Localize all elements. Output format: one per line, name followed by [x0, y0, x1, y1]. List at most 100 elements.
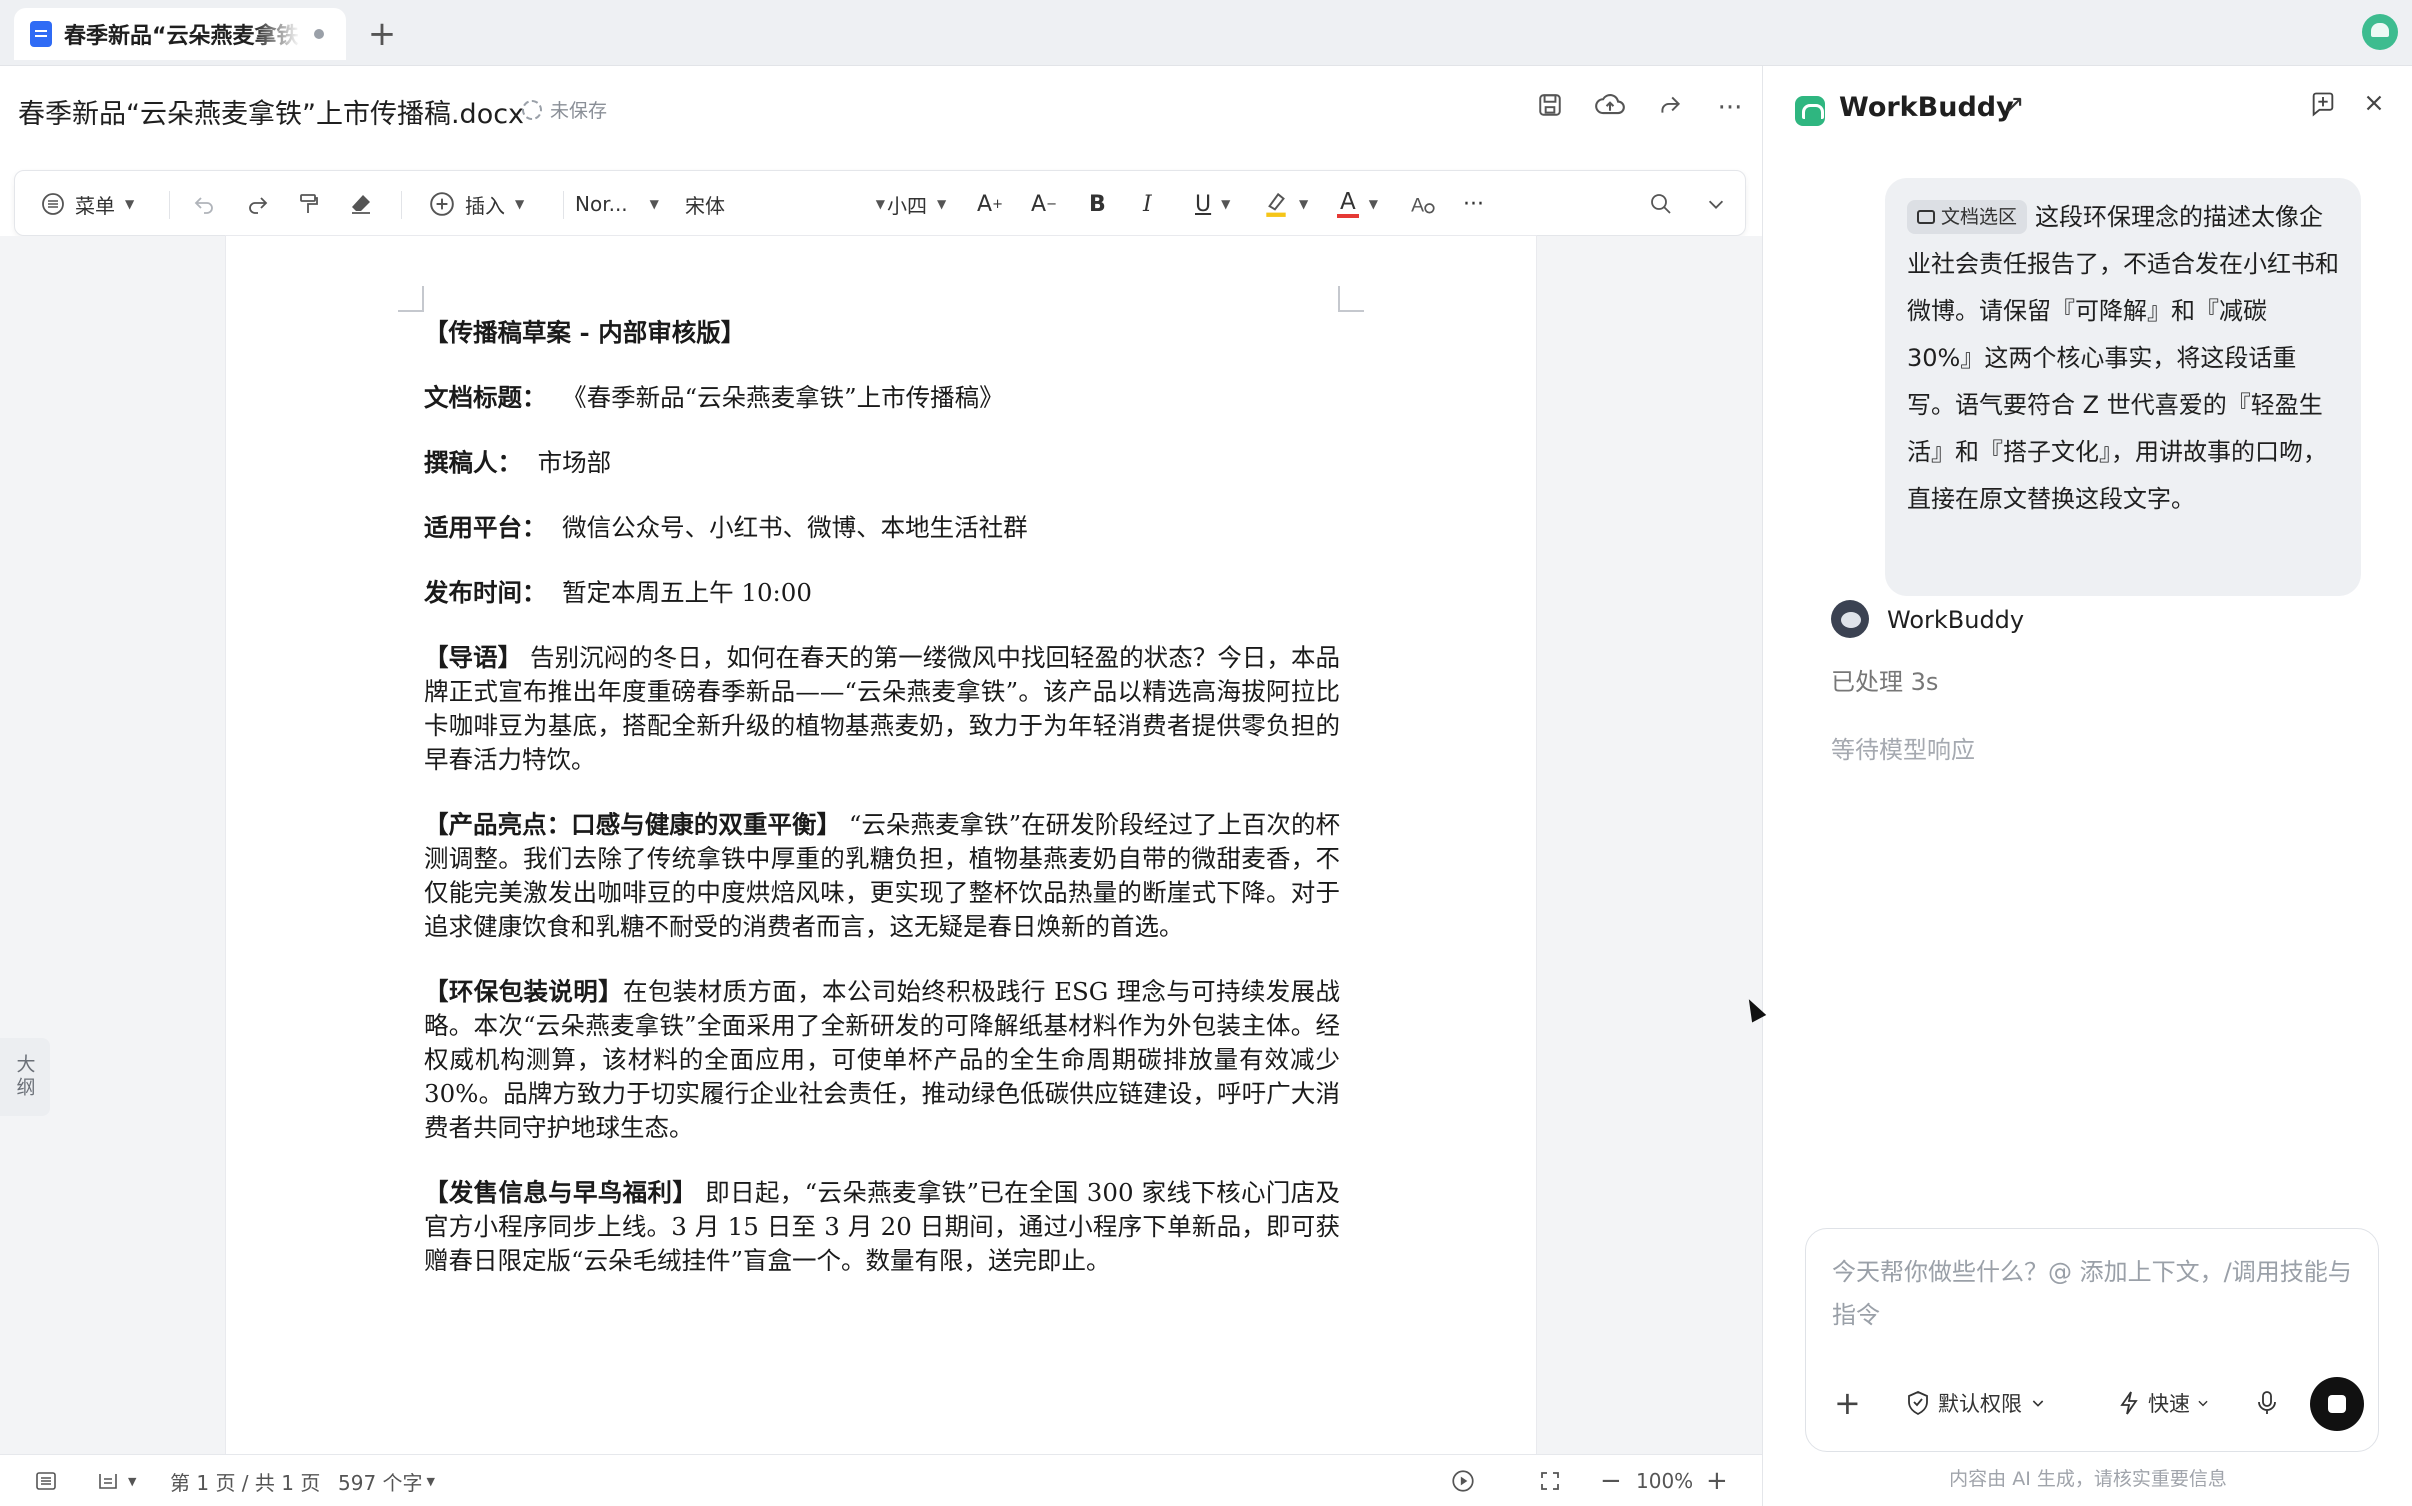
waiting-status: 等待模型响应 — [1831, 736, 1975, 764]
insert-button[interactable]: 插入 ▼ — [429, 171, 524, 237]
doc-heading: 【传播稿草案 - 内部审核版】 — [424, 318, 746, 347]
chevron-down-icon: ▼ — [649, 197, 659, 211]
selection-chip-label: 文档选区 — [1941, 206, 2018, 228]
chevron-down-icon: ▼ — [1368, 197, 1378, 211]
panel-title: WorkBuddy — [1839, 92, 2014, 123]
doc-paragraph-sales: 【发售信息与早鸟福利】 即日起，“云朵燕麦拿铁”已在全国 300 家线下核心门店… — [424, 1178, 1341, 1275]
tab-bar: 春季新品“云朵燕麦拿铁”上市传播稿.docx + — [0, 0, 2412, 66]
doc-meta-platforms: 适用平台： 微信公众号、小红书、微博、本地生活社群 — [424, 513, 1028, 542]
zoom-in-button[interactable]: + — [1706, 1455, 1728, 1506]
chevron-down-icon: ▼ — [515, 197, 525, 211]
undo-icon[interactable] — [191, 171, 217, 237]
add-attachment-button[interactable]: + — [1834, 1381, 1861, 1425]
highlight-color-button[interactable]: ▼ — [1263, 171, 1308, 237]
toolbar-divider — [169, 191, 170, 219]
save-status-label: 未保存 — [550, 100, 608, 122]
chevron-down-icon: ▼ — [875, 197, 885, 211]
permission-select[interactable]: 默认权限 — [1906, 1381, 2046, 1425]
stop-generation-button[interactable] — [2310, 1377, 2364, 1431]
doc-meta-publish-time: 发布时间： 暂定本周五上午 10:00 — [424, 578, 812, 607]
toolbar-divider — [563, 191, 564, 219]
collapse-toolbar-chevron-icon[interactable] — [1705, 171, 1727, 237]
underline-label: U — [1195, 191, 1212, 217]
doc-paragraph-highlights: 【产品亮点：口感与健康的双重平衡】 “云朵燕麦拿铁”在研发阶段经过了上百次的杯测… — [424, 810, 1340, 941]
close-panel-icon[interactable] — [2361, 90, 2387, 123]
user-message-text: 这段环保理念的描述太像企业社会责任报告了，不适合发在小红书和微博。请保留『可降解… — [1907, 203, 2339, 513]
search-icon[interactable] — [1649, 171, 1673, 237]
document-title[interactable]: 春季新品“云朵燕麦拿铁”上市传播稿.docx — [18, 92, 524, 131]
play-icon[interactable] — [1450, 1455, 1476, 1506]
clear-format-icon[interactable] — [349, 171, 373, 237]
font-size-value: 小四 — [887, 193, 927, 218]
user-message-bubble: 文档选区 这段环保理念的描述太像企业社会责任报告了，不适合发在小红书和微博。请保留… — [1885, 178, 2361, 596]
document-tab-title: 春季新品“云朵燕麦拿铁”上市传播稿.docx — [64, 24, 300, 49]
document-page[interactable]: 【传播稿草案 - 内部审核版】 文档标题： 《春季新品“云朵燕麦拿铁”上市传播稿… — [226, 236, 1536, 1454]
redo-icon[interactable] — [245, 171, 271, 237]
outline-toggle[interactable]: 大纲 — [0, 1038, 50, 1116]
font-size-select[interactable]: 小四 ▼ — [887, 171, 946, 237]
page-indicator: 第 1 页 / 共 1 页 — [170, 1470, 321, 1495]
zoom-out-button[interactable]: − — [1600, 1455, 1622, 1506]
menu-button[interactable]: 菜单 ▼ — [41, 171, 134, 237]
shield-check-icon — [1908, 1391, 1928, 1416]
save-icon[interactable] — [1534, 92, 1566, 124]
chevron-down-icon: ▼ — [1221, 197, 1231, 211]
microphone-icon[interactable] — [2256, 1381, 2278, 1425]
svg-text:A: A — [1411, 195, 1424, 217]
share-icon[interactable] — [1654, 92, 1686, 124]
cloud-upload-icon[interactable] — [1594, 92, 1626, 124]
paragraph-style-select[interactable]: Nor... ▼ — [575, 171, 683, 237]
formatting-toolbar: 菜单 ▼ 插入 ▼ Nor... ▼ 宋体 ▼ 小四 ▼ A + A − B I U… — [14, 170, 1746, 236]
lightning-icon — [2120, 1391, 2138, 1415]
text-effect-icon[interactable]: A — [1409, 171, 1437, 237]
document-selection-chip[interactable]: 文档选区 — [1907, 200, 2028, 234]
chevron-down-icon: ▼ — [128, 1474, 137, 1488]
speed-label: 快速 — [2148, 1392, 2190, 1416]
chevron-down-icon: ▼ — [125, 197, 135, 211]
bot-name: WorkBuddy — [1887, 606, 2025, 634]
chevron-down-icon: ▼ — [426, 1474, 435, 1488]
status-bar: ▼ 第 1 页 / 共 1 页 597 个字 ▼ − 100% + — [0, 1454, 1762, 1506]
document-canvas: 【传播稿草案 - 内部审核版】 文档标题： 《春季新品“云朵燕麦拿铁”上市传播稿… — [0, 236, 1762, 1454]
selection-icon — [1917, 210, 1935, 224]
italic-button[interactable]: I — [1143, 171, 1152, 237]
underline-button[interactable]: U ▼ — [1195, 171, 1230, 237]
saving-spinner-icon — [522, 99, 542, 120]
user-avatar[interactable] — [2362, 14, 2398, 50]
zoom-level[interactable]: 100% — [1636, 1455, 1693, 1506]
font-color-label: A — [1337, 190, 1359, 218]
speed-select[interactable]: 快速 — [2118, 1381, 2210, 1425]
outline-view-icon[interactable] — [34, 1455, 58, 1506]
chat-input[interactable]: 今天帮你做些什么？@ 添加上下文，/调用技能与指令 — [1832, 1251, 2352, 1337]
chevron-down-icon: ▼ — [1299, 197, 1309, 211]
more-formatting-button[interactable]: ··· — [1463, 171, 1484, 237]
doc-meta-author: 撰稿人： 市场部 — [424, 448, 612, 477]
font-color-button[interactable]: A ▼ — [1337, 171, 1378, 237]
new-chat-icon[interactable] — [2309, 90, 2337, 125]
processing-status[interactable]: 已处理 3s — [1831, 662, 1938, 697]
page-layout-button[interactable]: ▼ — [96, 1455, 136, 1506]
increase-font-icon[interactable]: A + — [977, 171, 1003, 237]
fullscreen-icon[interactable] — [1538, 1455, 1562, 1506]
word-count[interactable]: 597 个字 ▼ — [338, 1455, 435, 1506]
format-painter-icon[interactable] — [297, 171, 321, 237]
open-external-icon[interactable]: ↗ — [2003, 90, 2025, 120]
document-header: 春季新品“云朵燕麦拿铁”上市传播稿.docx 未保存 ··· — [0, 66, 1762, 150]
document-tab[interactable]: 春季新品“云朵燕麦拿铁”上市传播稿.docx — [14, 8, 346, 60]
page-layout-icon — [99, 1474, 117, 1489]
new-tab-button[interactable]: + — [362, 14, 402, 54]
chevron-down-icon — [2032, 1400, 2044, 1407]
page-margin-corner — [1338, 286, 1364, 312]
doc-meta-title: 文档标题： 《春季新品“云朵燕麦拿铁”上市传播稿》 — [424, 383, 1004, 412]
menu-label: 菜单 — [75, 193, 115, 218]
chat-composer[interactable]: 今天帮你做些什么？@ 添加上下文，/调用技能与指令 + 默认权限 快速 — [1805, 1228, 2379, 1452]
bold-button[interactable]: B — [1089, 171, 1106, 237]
decrease-font-icon[interactable]: A − — [1031, 171, 1057, 237]
more-options-icon[interactable]: ··· — [1714, 92, 1746, 124]
chevron-down-icon — [2198, 1400, 2208, 1407]
highlighter-icon — [1266, 192, 1286, 217]
font-family-select[interactable]: 宋体 ▼ — [685, 171, 885, 237]
unsaved-dot-icon[interactable] — [314, 29, 324, 39]
document-body[interactable]: 【传播稿草案 - 内部审核版】 文档标题： 《春季新品“云朵燕麦拿铁”上市传播稿… — [424, 316, 1340, 1309]
document-file-icon — [30, 21, 52, 47]
